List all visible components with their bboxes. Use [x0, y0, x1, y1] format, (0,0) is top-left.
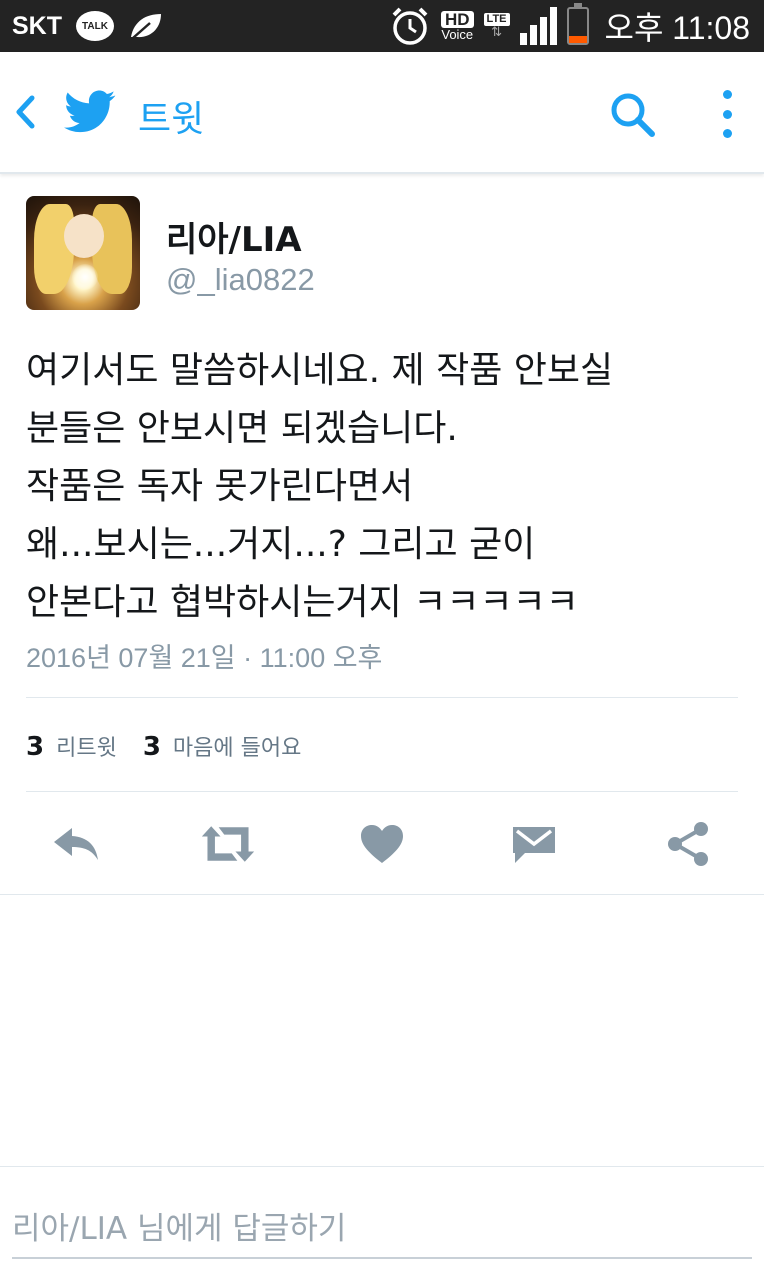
reply-icon: [54, 828, 98, 860]
avatar[interactable]: [26, 196, 140, 310]
reply-input[interactable]: [12, 1201, 752, 1259]
tweet-text-line: 왜...보시는...거지...? 그리고 굳이: [26, 524, 536, 565]
app-toolbar: 트윗: [0, 52, 764, 174]
battery-fill: [568, 36, 587, 43]
divider: [26, 697, 738, 698]
hd-label: HD: [440, 11, 474, 28]
divider: [0, 894, 764, 895]
like-count[interactable]: 3: [143, 732, 161, 762]
voice-label: Voice: [441, 27, 474, 42]
tweet-actions: [0, 812, 764, 876]
retweet-label[interactable]: 리트윗: [56, 730, 117, 762]
page-title: 트윗: [138, 99, 205, 140]
retweet-count[interactable]: 3: [26, 732, 44, 762]
share-button[interactable]: [660, 818, 716, 870]
tweet-text-line: 여기서도 말씀하시네요. 제 작품 안보실: [26, 350, 614, 391]
hd-voice-icon: HD Voice: [440, 11, 474, 42]
talk-label: TALK: [82, 20, 108, 32]
like-label[interactable]: 마음에 들어요: [173, 730, 301, 762]
data-arrows-icon: ⇅: [491, 25, 502, 40]
status-bar: SKT TALK HD Voice LTE ⇅ 오후 11:08: [0, 0, 764, 52]
battery-icon: [566, 3, 589, 45]
signal-strength-icon: [519, 7, 557, 45]
more-vertical-icon: [722, 90, 732, 99]
tweet-text: 여기서도 말씀하시네요. 제 작품 안보실 분들은 안보시면 되겠습니다. 작품…: [26, 342, 756, 632]
twitter-bird-icon: [64, 90, 116, 133]
user-handle[interactable]: @_lia0822: [166, 262, 315, 298]
leaf-icon: [131, 14, 161, 39]
heart-icon: [361, 825, 403, 863]
divider: [26, 791, 738, 792]
tweet-text-line: 안본다고 협박하시는거지 ㅋㅋㅋㅋㅋ: [26, 582, 579, 623]
kakaotalk-icon: TALK: [76, 11, 114, 41]
reply-bar: [0, 1166, 764, 1270]
tweet-text-line: 작품은 독자 못가린다면서: [26, 466, 414, 507]
clock-time: 오후 11:08: [604, 10, 750, 46]
retweet-icon: [201, 826, 255, 862]
tweet-timestamp: 2016년 07월 21일 · 11:00 오후: [26, 643, 383, 673]
status-right: HD Voice LTE ⇅ 오후 11:08: [389, 0, 750, 52]
carrier-label: SKT: [12, 11, 62, 40]
direct-message-button[interactable]: [506, 818, 562, 870]
reply-button[interactable]: [48, 818, 104, 870]
more-options-button[interactable]: [712, 86, 742, 142]
status-left: SKT TALK: [12, 0, 164, 52]
chevron-left-icon: [16, 95, 35, 129]
tweet-text-line: 분들은 안보시면 되겠습니다.: [26, 408, 458, 449]
message-icon: [513, 827, 555, 863]
lte-icon: LTE ⇅: [483, 13, 510, 40]
retweet-button[interactable]: [200, 818, 256, 870]
alarm-clock-icon: [392, 7, 428, 45]
tweet-stats: 3 리트윗 3 마음에 들어요: [26, 730, 315, 762]
back-button[interactable]: [10, 92, 40, 132]
like-button[interactable]: [354, 818, 410, 870]
display-name[interactable]: 리아/LIA: [166, 212, 302, 261]
share-icon: [668, 822, 708, 866]
search-icon: [611, 93, 655, 137]
search-button[interactable]: [608, 90, 658, 140]
